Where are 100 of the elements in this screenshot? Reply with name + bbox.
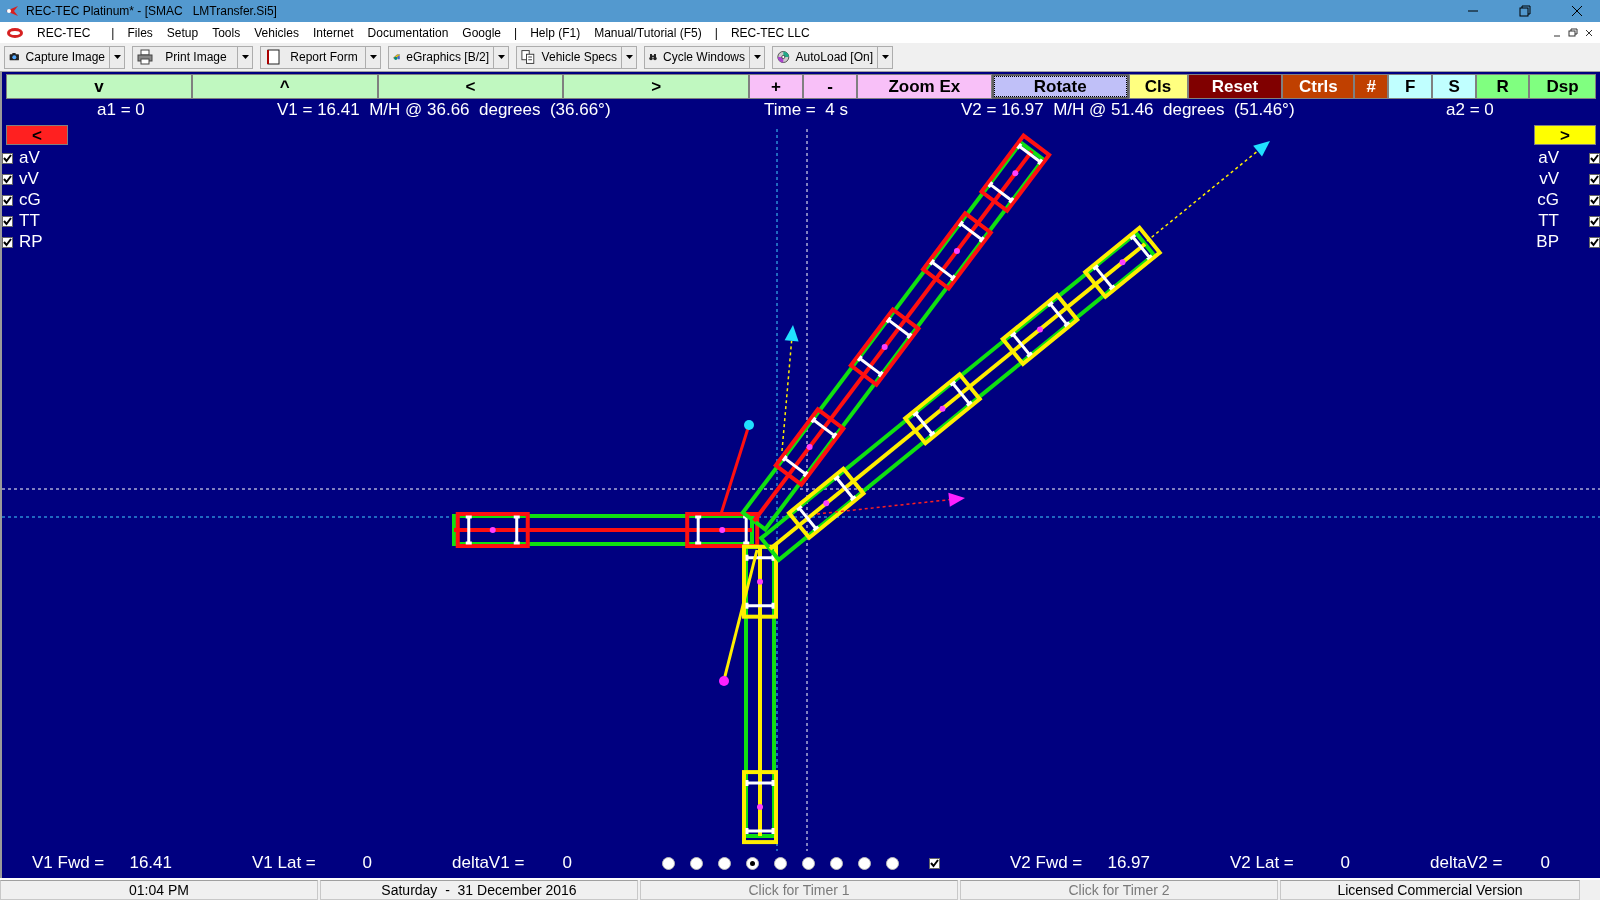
radio-button[interactable]: [830, 856, 843, 870]
control-button[interactable]: -: [803, 74, 857, 99]
caret-down-icon: [369, 55, 377, 59]
control-button[interactable]: R: [1476, 74, 1530, 99]
menu-item[interactable]: Help (F1): [523, 25, 588, 40]
radio-button[interactable]: [662, 856, 675, 870]
vehicle-select-button[interactable]: <: [6, 125, 68, 145]
readout-label: deltaV2 =: [1430, 853, 1503, 873]
toolbar-button[interactable]: AutoLoad [On]: [772, 45, 878, 69]
caret-down-icon: [881, 55, 889, 59]
dropdown-button[interactable]: [622, 45, 637, 69]
control-button[interactable]: v: [6, 74, 192, 99]
check-icon: [3, 174, 12, 184]
dropdown-button[interactable]: [238, 45, 253, 69]
toolbar-button[interactable]: Capture Image: [4, 45, 110, 69]
toolbar-button[interactable]: Vehicle Specs: [516, 45, 622, 69]
checkbox[interactable]: [2, 173, 13, 185]
checkbox[interactable]: [1589, 215, 1600, 227]
menu-separator: |: [110, 25, 116, 40]
menu-item[interactable]: Manual/Tutorial (F5): [587, 25, 709, 40]
option-label: vV: [1539, 169, 1559, 189]
control-button[interactable]: Zoom Ex: [856, 74, 992, 99]
dropdown-button[interactable]: [366, 45, 381, 69]
menu-item[interactable]: REC-TEC LLC: [723, 25, 817, 40]
readout-value: 0: [1340, 853, 1350, 873]
control-button[interactable]: F: [1388, 74, 1433, 99]
menu-item[interactable]: REC-TEC: [30, 25, 98, 40]
radio-button[interactable]: [858, 856, 871, 870]
checkbox[interactable]: [929, 857, 940, 869]
caret-down-icon: [625, 55, 633, 59]
control-button[interactable]: Cls: [1128, 74, 1188, 99]
status-text: Saturday - 31 December 2016: [320, 880, 638, 900]
menu-item[interactable]: Files: [120, 25, 160, 40]
dropdown-button[interactable]: [878, 45, 893, 69]
option-label: vV: [19, 169, 39, 189]
menu-item[interactable]: Internet: [305, 25, 361, 40]
radio-button[interactable]: [886, 856, 899, 870]
toolbar-button[interactable]: Cycle Windows: [644, 45, 750, 69]
control-button[interactable]: #: [1354, 74, 1389, 99]
control-button[interactable]: Reset: [1187, 74, 1283, 99]
control-button[interactable]: ^: [191, 74, 378, 99]
radio-button[interactable]: [690, 856, 703, 870]
toolbar-button[interactable]: Print Image: [132, 45, 238, 69]
menu-separator: |: [713, 25, 719, 40]
radio-button[interactable]: [718, 856, 731, 870]
menu-item[interactable]: Tools: [205, 25, 248, 40]
checkbox[interactable]: [1589, 152, 1600, 164]
restore-icon[interactable]: [1566, 25, 1580, 40]
readout-text: V2 = 16.97 M/H @ 51.46 degrees (51.46°): [961, 100, 1295, 120]
caret-down-icon: [497, 55, 505, 59]
checkbox[interactable]: [1589, 236, 1600, 248]
dropdown-button[interactable]: [750, 45, 765, 69]
app-logo-icon: [4, 4, 20, 18]
readout-label: V2 Lat =: [1230, 853, 1294, 873]
control-button[interactable]: Dsp: [1529, 74, 1596, 99]
dropdown-button[interactable]: [494, 45, 509, 69]
checkbox[interactable]: [2, 236, 13, 248]
control-button[interactable]: Rotate: [991, 74, 1129, 99]
radio-button[interactable]: [746, 856, 759, 870]
check-icon: [3, 237, 12, 247]
copy-icon: [521, 49, 536, 65]
check-icon: [3, 153, 12, 163]
readout-value: 0: [1540, 853, 1550, 873]
caret-down-icon: [113, 55, 121, 59]
menu-separator: |: [513, 25, 519, 40]
check-icon: [930, 858, 939, 868]
check-icon: [1590, 216, 1599, 226]
timer-button[interactable]: Click for Timer 1: [640, 880, 958, 900]
checkbox[interactable]: [2, 194, 13, 206]
status-text: 01:04 PM: [0, 880, 318, 900]
readout-text: V1 = 16.41 M/H @ 36.66 degrees (36.66°): [277, 100, 611, 120]
checkbox[interactable]: [2, 152, 13, 164]
option-label: cG: [19, 190, 41, 210]
toolbar-button[interactable]: eGraphics [B/2]: [388, 45, 494, 69]
checkbox[interactable]: [2, 215, 13, 227]
readout-label: V1 Lat =: [252, 853, 316, 873]
dropdown-button[interactable]: [110, 45, 125, 69]
radio-button[interactable]: [774, 856, 787, 870]
menu-item[interactable]: Google: [455, 25, 508, 40]
menu-item[interactable]: Vehicles: [247, 25, 306, 40]
control-button[interactable]: +: [749, 74, 803, 99]
timer-button[interactable]: Click for Timer 2: [960, 880, 1278, 900]
control-button[interactable]: S: [1432, 74, 1477, 99]
check-icon: [3, 216, 12, 226]
checkbox[interactable]: [1589, 173, 1600, 185]
vehicle-select-button[interactable]: >: [1534, 125, 1596, 145]
readout-label: deltaV1 =: [452, 853, 525, 873]
toolbar-button[interactable]: Report Form: [260, 45, 366, 69]
option-label: RP: [19, 232, 43, 252]
control-button[interactable]: <: [377, 74, 564, 99]
option-label: cG: [1537, 190, 1559, 210]
radio-button[interactable]: [802, 856, 815, 870]
checkbox[interactable]: [1589, 194, 1600, 206]
option-label: BP: [1536, 232, 1559, 252]
control-button[interactable]: Ctrls: [1282, 74, 1355, 99]
caret-down-icon: [753, 55, 761, 59]
control-button[interactable]: >: [563, 74, 750, 99]
menu-item[interactable]: Documentation: [360, 25, 456, 40]
menu-item[interactable]: Setup: [159, 25, 206, 40]
readout-text: a1 = 0: [97, 100, 145, 120]
